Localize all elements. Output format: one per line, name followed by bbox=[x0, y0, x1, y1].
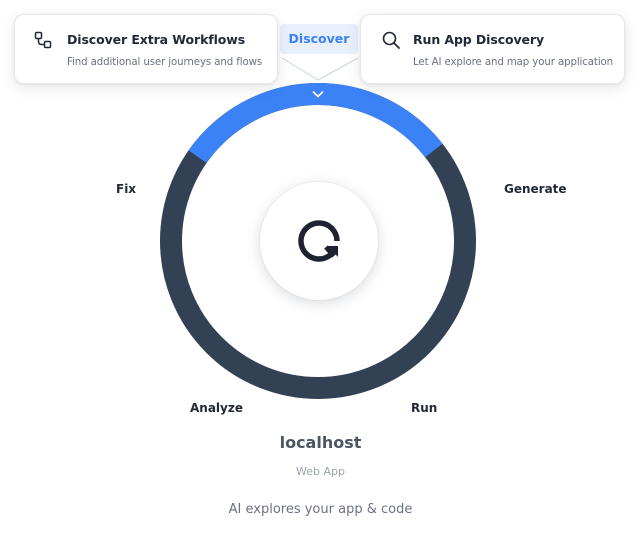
step-dot-fix[interactable] bbox=[167, 184, 190, 207]
step-label-run[interactable]: Run bbox=[411, 401, 437, 415]
step-dot-discover[interactable] bbox=[307, 83, 329, 105]
tagline: AI explores your app & code bbox=[228, 502, 413, 517]
q-logo-icon bbox=[298, 220, 340, 262]
card-subtitle: Let AI explore and map your application bbox=[413, 57, 614, 68]
card-title: Run App Discovery bbox=[413, 32, 545, 47]
run-app-discovery-card[interactable]: Run App Discovery Let AI explore and map… bbox=[360, 14, 625, 84]
discover-extra-workflows-card[interactable]: Discover Extra Workflows Find additional… bbox=[14, 14, 278, 84]
step-dot-run[interactable] bbox=[393, 348, 416, 371]
step-dot-analyze[interactable] bbox=[220, 348, 243, 371]
app-type: Web App bbox=[296, 465, 345, 478]
step-label-generate[interactable]: Generate bbox=[504, 182, 567, 196]
workflow-icon bbox=[33, 30, 53, 50]
step-label-fix[interactable]: Fix bbox=[116, 182, 136, 196]
card-title: Discover Extra Workflows bbox=[67, 32, 246, 47]
step-label-analyze[interactable]: Analyze bbox=[190, 401, 243, 415]
search-icon bbox=[381, 30, 401, 50]
step-dot-generate[interactable] bbox=[446, 184, 469, 207]
card-subtitle: Find additional user journeys and flows bbox=[67, 57, 263, 68]
app-name: localhost bbox=[279, 433, 362, 452]
center-logo bbox=[260, 182, 378, 300]
card-connector-lines bbox=[281, 57, 359, 81]
tab-discover[interactable]: Discover bbox=[280, 24, 358, 54]
